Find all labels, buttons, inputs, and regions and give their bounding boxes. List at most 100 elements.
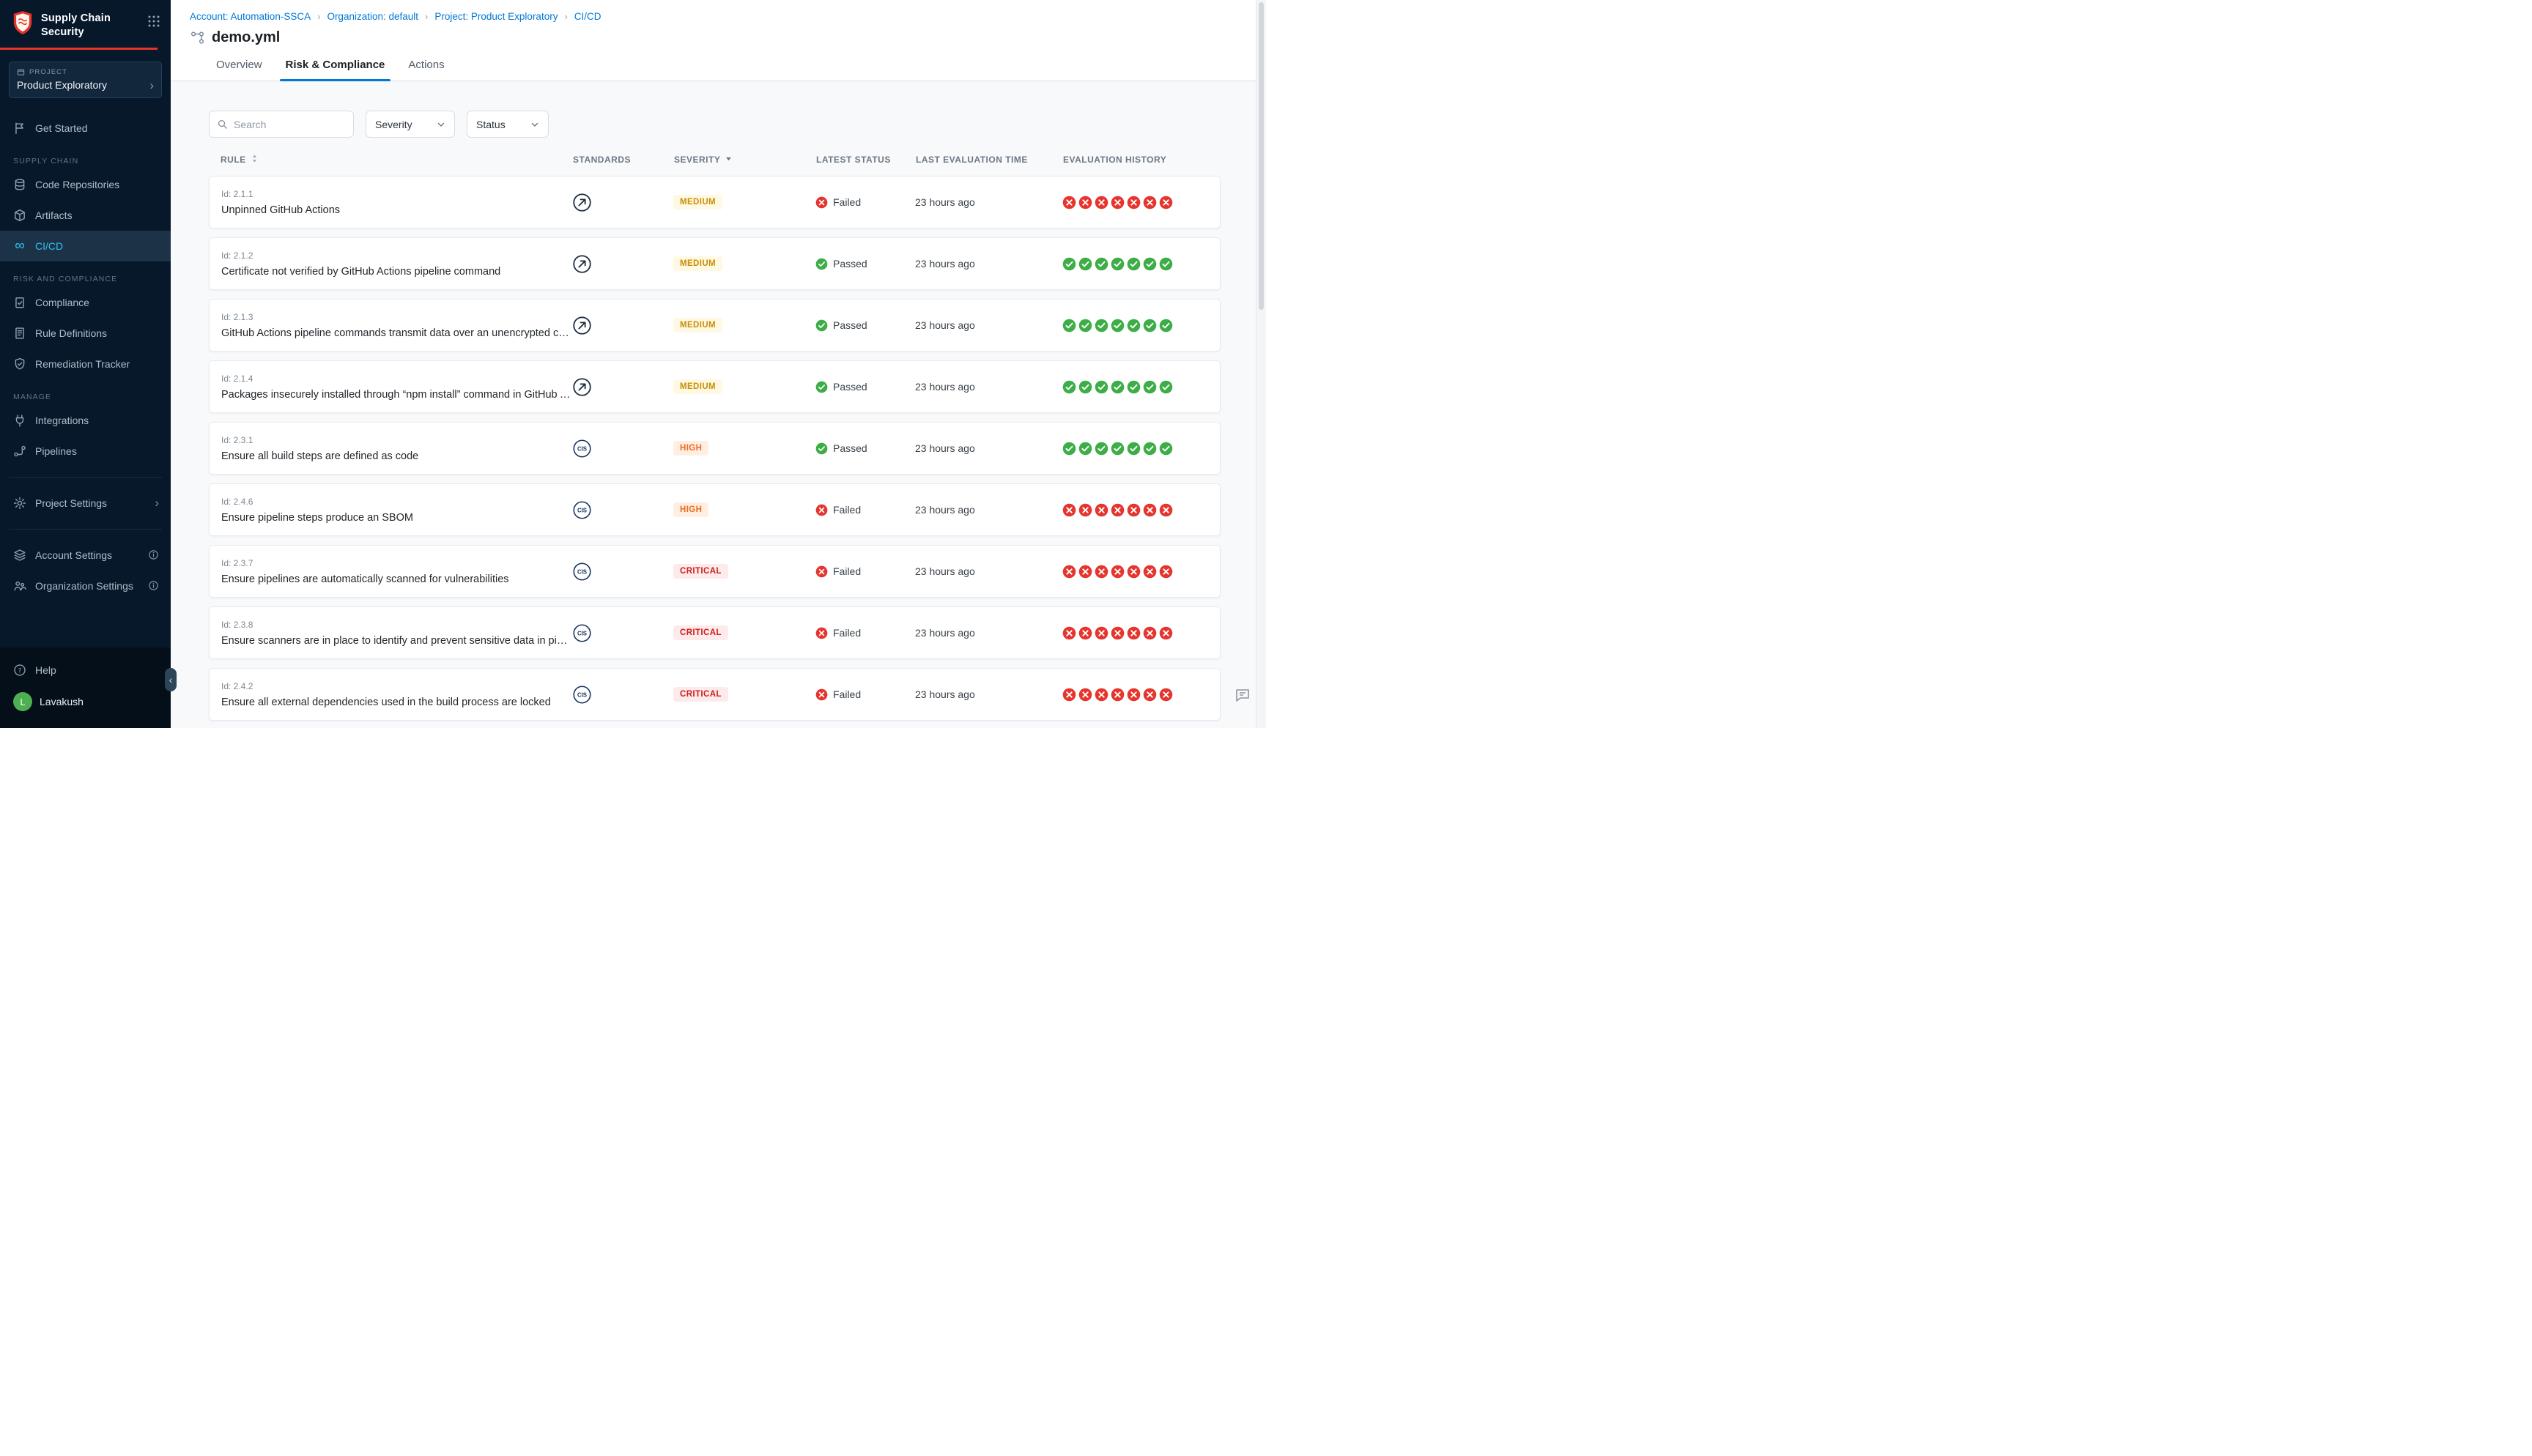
rule-row[interactable]: Id: 2.3.7Ensure pipelines are automatica…: [209, 545, 1221, 598]
severity-badge: CRITICAL: [673, 687, 728, 702]
rule-row[interactable]: Id: 2.3.8Ensure scanners are in place to…: [209, 606, 1221, 659]
rule-id: Id: 2.3.1: [221, 435, 572, 445]
breadcrumb-link-account-automation-ssca[interactable]: Account: Automation-SSCA: [190, 11, 311, 22]
help-icon: ?: [13, 664, 26, 677]
sidebar-item-help[interactable]: ? Help: [0, 655, 171, 686]
chevron-down-icon: [530, 120, 539, 129]
search-input[interactable]: [234, 119, 346, 130]
evaluation-history: [1062, 688, 1208, 702]
severity-cell: MEDIUM: [673, 318, 815, 333]
gear-icon: [13, 497, 26, 510]
sidebar-item-remediation-tracker[interactable]: Remediation Tracker: [0, 349, 171, 379]
sidebar-item-compliance[interactable]: Compliance: [0, 287, 171, 318]
evaluation-pass-icon: [1111, 442, 1125, 456]
breadcrumb-link-organization-default[interactable]: Organization: default: [327, 11, 418, 22]
sidebar-item-organization-settings[interactable]: Organization Settings: [0, 571, 171, 601]
sidebar-item-account-settings[interactable]: Account Settings: [0, 540, 171, 571]
user-menu[interactable]: L Lavakush: [0, 686, 171, 718]
rule-row[interactable]: Id: 2.3.1Ensure all build steps are defi…: [209, 422, 1221, 475]
scrollbar-thumb[interactable]: [1259, 2, 1264, 310]
evaluation-time: 23 hours ago: [915, 442, 1062, 454]
sidebar-item-label: Compliance: [35, 297, 89, 308]
evaluation-fail-icon: [1111, 503, 1125, 517]
severity-badge: MEDIUM: [673, 318, 722, 333]
rule-name: Unpinned GitHub Actions: [221, 204, 572, 216]
sidebar-item-ci-cd[interactable]: ∞CI/CD: [0, 231, 171, 261]
evaluation-history: [1062, 257, 1208, 271]
status-label: Passed: [833, 442, 867, 454]
status-label: Passed: [833, 381, 867, 393]
evaluation-fail-icon: [1159, 626, 1173, 640]
rule-row[interactable]: Id: 2.1.2Certificate not verified by Git…: [209, 237, 1221, 290]
evaluation-time: 23 hours ago: [915, 196, 1062, 208]
sidebar-item-artifacts[interactable]: Artifacts: [0, 200, 171, 231]
sidebar-item-label: Remediation Tracker: [35, 358, 130, 370]
tab-actions[interactable]: Actions: [396, 59, 456, 81]
breadcrumb-link-project-product-exploratory[interactable]: Project: Product Exploratory: [434, 11, 558, 22]
sort-desc-icon[interactable]: [724, 154, 733, 166]
chevron-right-icon: ›: [149, 79, 154, 92]
severity-filter[interactable]: Severity: [366, 111, 455, 138]
column-header-evaluation-history[interactable]: EVALUATION HISTORY: [1063, 155, 1209, 165]
evaluation-fail-icon: [1143, 565, 1157, 579]
sidebar-collapse-handle[interactable]: ‹: [165, 668, 177, 691]
rule-name: Packages insecurely installed through “n…: [221, 389, 572, 401]
evaluation-fail-icon: [1127, 626, 1141, 640]
tab-risk-compliance[interactable]: Risk & Compliance: [274, 59, 397, 81]
table-header: RULE STANDARDSSEVERITYLATEST STATUSLAST E…: [209, 154, 1221, 166]
project-selector[interactable]: PROJECT Product Exploratory ›: [9, 62, 162, 98]
scrollbar[interactable]: [1256, 0, 1266, 728]
column-header-standards[interactable]: STANDARDS: [573, 155, 674, 165]
filters-row: Severity Status: [209, 111, 1221, 138]
column-header-rule[interactable]: RULE: [221, 154, 573, 166]
severity-filter-label: Severity: [375, 119, 412, 130]
rule-name: Ensure pipelines are automatically scann…: [221, 573, 572, 585]
column-header-label: RULE: [221, 155, 246, 165]
evaluation-time: 23 hours ago: [915, 381, 1062, 393]
column-header-latest-status[interactable]: LATEST STATUS: [816, 155, 916, 165]
sidebar-item-pipelines[interactable]: Pipelines: [0, 436, 171, 467]
column-header-severity[interactable]: SEVERITY: [674, 154, 816, 166]
evaluation-fail-icon: [1062, 503, 1076, 517]
breadcrumb-separator: ›: [317, 11, 320, 22]
sidebar-item-code-repositories[interactable]: Code Repositories: [0, 169, 171, 200]
evaluation-time: 23 hours ago: [915, 319, 1062, 331]
evaluation-fail-icon: [1159, 688, 1173, 702]
project-icon: [17, 68, 25, 76]
evaluation-fail-icon: [1078, 503, 1092, 517]
app-logo-row: Supply Chain Security: [0, 0, 171, 45]
status-failed-icon: [815, 565, 828, 578]
breadcrumb-link-ci-cd[interactable]: CI/CD: [574, 11, 601, 22]
infinity-icon: ∞: [13, 239, 26, 253]
evaluation-pass-icon: [1078, 442, 1092, 456]
tab-overview[interactable]: Overview: [204, 59, 274, 81]
svg-text:CIS: CIS: [577, 568, 587, 575]
rule-row[interactable]: Id: 2.4.2Ensure all external dependencie…: [209, 668, 1221, 721]
sidebar-item-integrations[interactable]: Integrations: [0, 405, 171, 436]
module-switcher-icon[interactable]: [147, 15, 160, 31]
app-root: Supply Chain Security PROJECT Product Ex…: [0, 0, 1266, 728]
rules-list: Id: 2.1.1Unpinned GitHub ActionsMEDIUMFa…: [209, 176, 1221, 728]
column-header-last-evaluation-time[interactable]: LAST EVALUATION TIME: [916, 155, 1063, 165]
severity-cell: MEDIUM: [673, 379, 815, 394]
project-name-row: Product Exploratory ›: [17, 79, 154, 92]
status-filter[interactable]: Status: [467, 111, 549, 138]
chat-widget-icon[interactable]: [1234, 686, 1251, 707]
rule-row[interactable]: Id: 2.4.6Ensure pipeline steps produce a…: [209, 483, 1221, 536]
sidebar-item-rule-definitions[interactable]: Rule Definitions: [0, 318, 171, 349]
severity-cell: MEDIUM: [673, 256, 815, 271]
sort-icon[interactable]: [250, 154, 259, 166]
evaluation-history: [1062, 442, 1208, 456]
rule-name: Ensure all external dependencies used in…: [221, 697, 572, 708]
rule-row[interactable]: Id: 2.1.1Unpinned GitHub ActionsMEDIUMFa…: [209, 176, 1221, 229]
rule-id: Id: 2.1.4: [221, 374, 572, 384]
info-icon: [148, 580, 159, 591]
sidebar-item-label: Code Repositories: [35, 179, 119, 190]
sidebar-item-project-settings[interactable]: Project Settings›: [0, 488, 171, 519]
rule-row[interactable]: Id: 2.1.4 Packages insecurely installed t…: [209, 360, 1221, 413]
sidebar-item-label: Artifacts: [35, 209, 73, 221]
sidebar-item-label: Account Settings: [35, 549, 112, 561]
sidebar-item-get-started[interactable]: Get Started: [0, 113, 171, 144]
evaluation-pass-icon: [1095, 380, 1108, 394]
rule-row[interactable]: Id: 2.1.3GitHub Actions pipeline command…: [209, 299, 1221, 352]
